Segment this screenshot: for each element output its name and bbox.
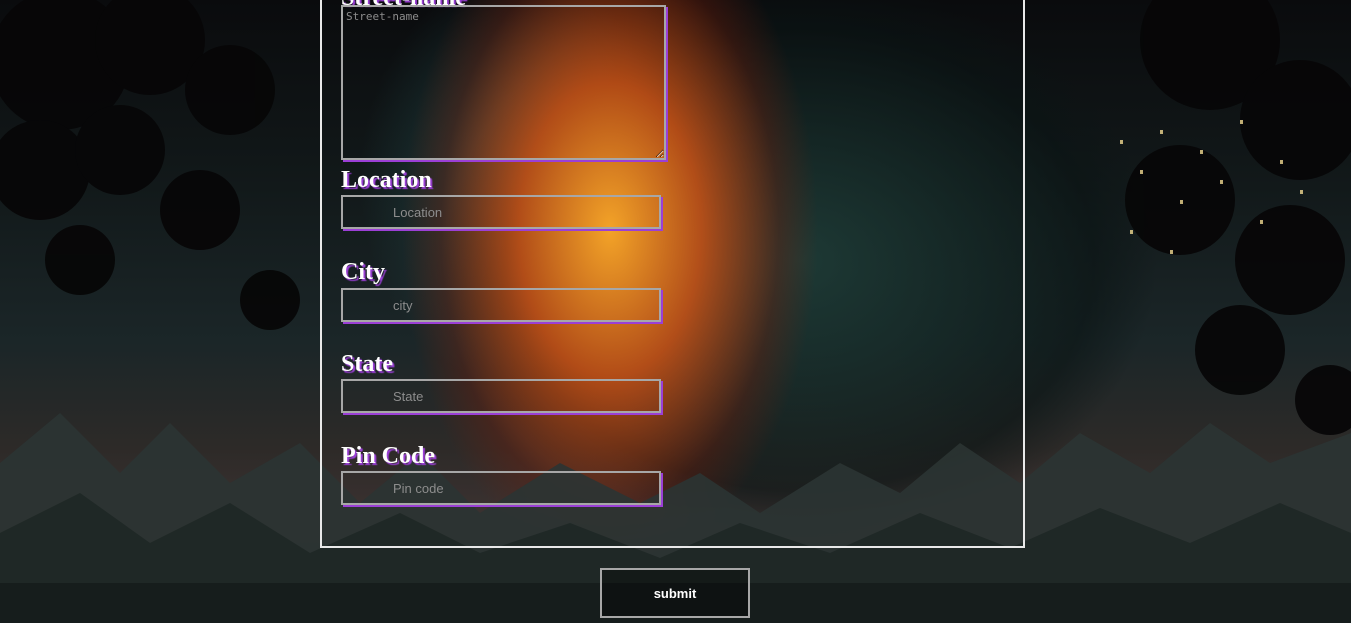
pin-code-input[interactable]: [341, 471, 661, 505]
state-label: State: [341, 351, 393, 377]
location-input[interactable]: [341, 195, 661, 229]
pin-code-label: Pin Code: [341, 443, 436, 469]
location-label: Location: [341, 167, 432, 193]
tree-silhouette-right: [1125, 0, 1351, 435]
state-input[interactable]: [341, 379, 661, 413]
submit-button[interactable]: submit: [600, 568, 750, 618]
tree-silhouette-left: [0, 0, 300, 330]
city-input[interactable]: [341, 288, 661, 322]
city-label: City: [341, 259, 385, 285]
city-lights: [1120, 120, 1303, 254]
street-name-textarea[interactable]: [341, 5, 666, 160]
